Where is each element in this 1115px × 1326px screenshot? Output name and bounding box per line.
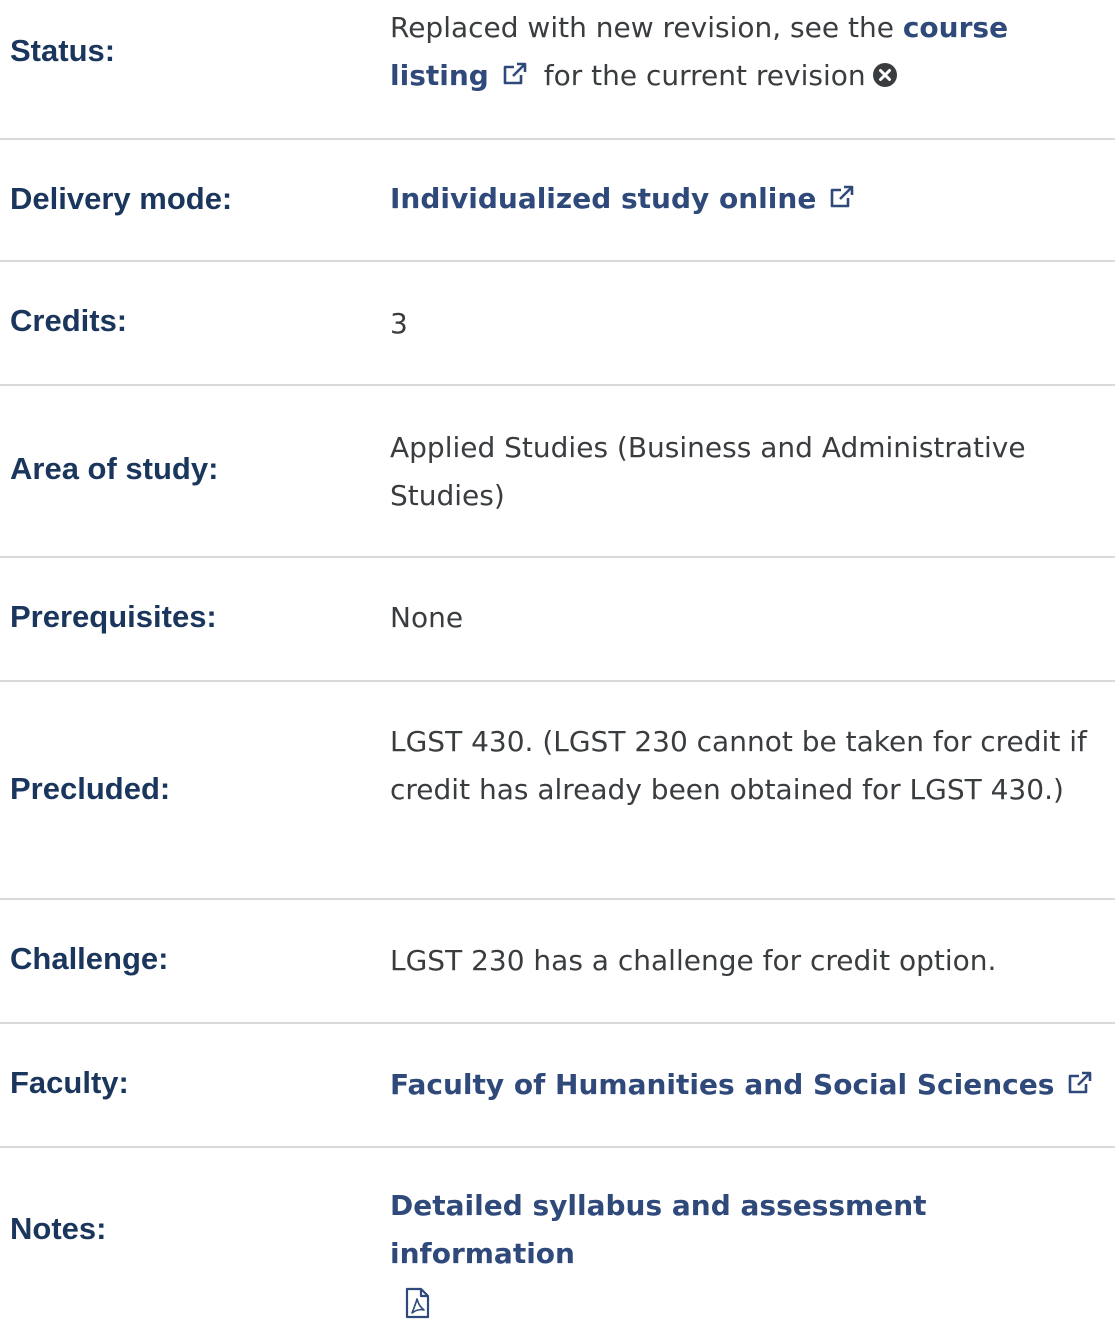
precluded-value: LGST 430. (LGST 230 cannot be taken for … bbox=[390, 725, 1087, 806]
row-area-of-study: Area of study: Applied Studies (Business… bbox=[0, 386, 1115, 558]
challenge-value: LGST 230 has a challenge for credit opti… bbox=[390, 944, 997, 977]
row-faculty: Faculty: Faculty of Humanities and Socia… bbox=[0, 1024, 1115, 1148]
prerequisites-label: Prerequisites: bbox=[10, 599, 217, 634]
credits-label: Credits: bbox=[10, 303, 128, 338]
row-precluded: Precluded: LGST 430. (LGST 230 cannot be… bbox=[0, 682, 1115, 900]
faculty-value: Faculty of Humanities and Social Science… bbox=[390, 1061, 1115, 1109]
area-of-study-label: Area of study: bbox=[10, 451, 219, 486]
faculty-label: Faculty: bbox=[10, 1065, 129, 1100]
status-text-before: Replaced with new revision, see the bbox=[390, 11, 903, 44]
precluded-label: Precluded: bbox=[10, 771, 171, 806]
close-circle-icon[interactable] bbox=[872, 62, 898, 88]
external-link-icon bbox=[501, 60, 529, 88]
status-value: Replaced with new revision, see the cour… bbox=[390, 4, 1115, 100]
prerequisites-value: None bbox=[390, 601, 464, 634]
syllabus-link[interactable]: Detailed syllabus and assessment informa… bbox=[390, 1189, 927, 1270]
row-notes: Notes: Detailed syllabus and assessment … bbox=[0, 1148, 1115, 1319]
row-status: Status: Replaced with new revision, see … bbox=[0, 0, 1115, 140]
row-delivery-mode: Delivery mode: Individualized study onli… bbox=[0, 140, 1115, 262]
status-label: Status: bbox=[10, 33, 116, 68]
challenge-label: Challenge: bbox=[10, 941, 169, 976]
row-credits: Credits: 3 bbox=[0, 262, 1115, 386]
row-challenge: Challenge: LGST 230 has a challenge for … bbox=[0, 900, 1115, 1024]
delivery-mode-label: Delivery mode: bbox=[10, 181, 233, 216]
faculty-link[interactable]: Faculty of Humanities and Social Science… bbox=[390, 1068, 1054, 1101]
external-link-icon bbox=[828, 183, 856, 211]
area-of-study-value: Applied Studies (Business and Administra… bbox=[390, 431, 1026, 512]
notes-label: Notes: bbox=[10, 1211, 107, 1246]
delivery-mode-link[interactable]: Individualized study online bbox=[390, 182, 816, 215]
pdf-file-icon[interactable] bbox=[402, 1287, 432, 1319]
row-prerequisites: Prerequisites: None bbox=[0, 558, 1115, 682]
external-link-icon bbox=[1066, 1069, 1094, 1097]
notes-value: Detailed syllabus and assessment informa… bbox=[390, 1182, 1115, 1326]
credits-value: 3 bbox=[390, 307, 408, 340]
status-text-after: for the current revision bbox=[543, 59, 866, 92]
delivery-mode-value: Individualized study online bbox=[390, 175, 1115, 223]
